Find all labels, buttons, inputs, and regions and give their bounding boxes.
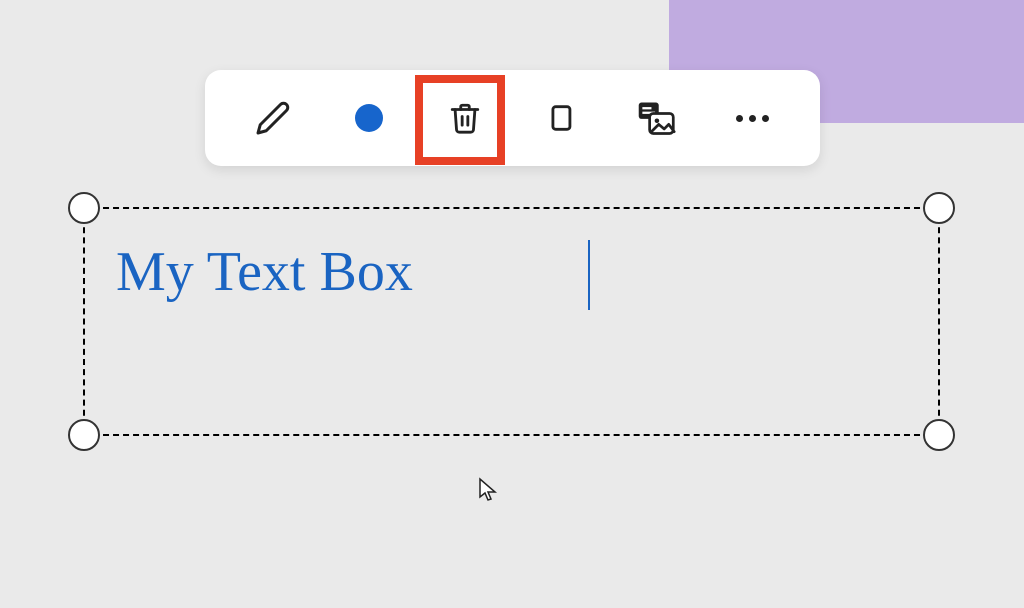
resize-handle-bottom-left[interactable] — [68, 419, 100, 451]
resize-handle-top-left[interactable] — [68, 192, 100, 224]
resize-handle-top-right[interactable] — [923, 192, 955, 224]
context-toolbar — [205, 70, 820, 166]
text-caret — [588, 240, 590, 310]
color-button[interactable] — [329, 78, 409, 158]
textbox-content[interactable]: My Text Box — [116, 240, 413, 304]
mouse-cursor-icon — [478, 477, 498, 508]
resize-handle-bottom-right[interactable] — [923, 419, 955, 451]
text-box-selection[interactable]: My Text Box — [68, 192, 955, 451]
pencil-icon — [255, 100, 291, 136]
note-image-icon — [636, 99, 676, 137]
edit-button[interactable] — [233, 78, 313, 158]
more-icon — [736, 115, 769, 122]
copy-button[interactable] — [520, 78, 600, 158]
convert-to-note-button[interactable] — [616, 78, 696, 158]
copy-icon — [543, 101, 577, 135]
trash-icon — [448, 101, 482, 135]
more-options-button[interactable] — [712, 78, 792, 158]
delete-button[interactable] — [425, 78, 505, 158]
color-circle-icon — [355, 104, 383, 132]
